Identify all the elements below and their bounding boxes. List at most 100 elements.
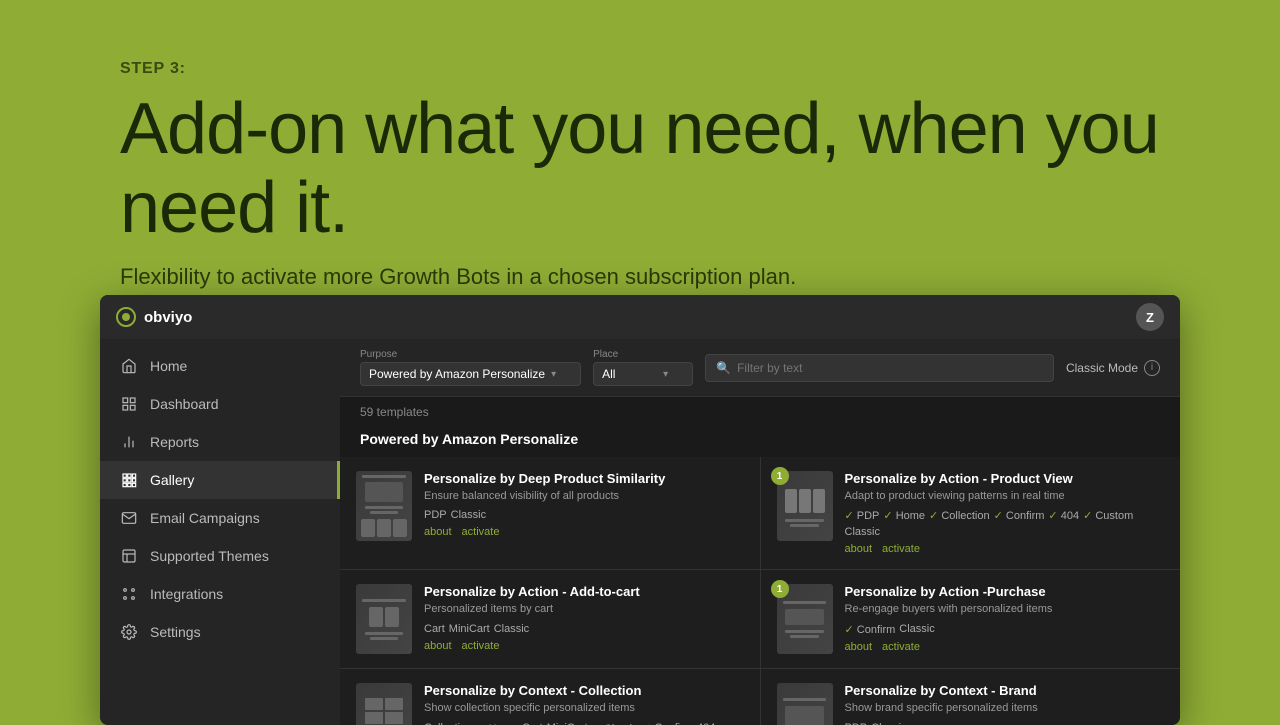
template-desc-4: Re-engage buyers with personalized items bbox=[845, 602, 1165, 617]
activate-link-3[interactable]: activate bbox=[462, 640, 500, 652]
template-card-action-purchase: 1 Personalize by Action -Purchase Re-eng… bbox=[761, 570, 1181, 668]
template-name-3: Personalize by Action - Add-to-cart bbox=[424, 584, 744, 599]
badge-4: 1 bbox=[771, 580, 789, 598]
sidebar-label-supported-themes: Supported Themes bbox=[150, 548, 269, 564]
content-area: Purpose Powered by Amazon Personalize ▾ … bbox=[340, 339, 1180, 725]
logo-icon bbox=[116, 307, 136, 327]
tag-classic-2: Classic bbox=[845, 526, 880, 538]
purpose-chevron-icon: ▾ bbox=[551, 369, 556, 380]
template-thumb-1 bbox=[356, 471, 412, 541]
tag-collection-check: Collection bbox=[929, 509, 990, 522]
sidebar-item-gallery[interactable]: Gallery bbox=[100, 461, 340, 499]
template-card-action-add-to-cart: Personalize by Action - Add-to-cart Pers… bbox=[340, 570, 760, 668]
logo-area: obviyo bbox=[116, 307, 192, 327]
sidebar-item-reports[interactable]: Reports bbox=[100, 423, 340, 461]
templates-count: 59 templates bbox=[340, 397, 1180, 427]
template-desc-1: Ensure balanced visibility of all produc… bbox=[424, 489, 744, 504]
template-thumb-6 bbox=[777, 683, 833, 725]
sidebar-label-email-campaigns: Email Campaigns bbox=[150, 510, 260, 526]
template-actions-1: about activate bbox=[424, 526, 744, 538]
template-name-5: Personalize by Context - Collection bbox=[424, 683, 744, 698]
integrations-icon bbox=[120, 585, 138, 603]
sidebar-item-email-campaigns[interactable]: Email Campaigns bbox=[100, 499, 340, 537]
classic-mode-toggle[interactable]: Classic Mode i bbox=[1066, 360, 1160, 376]
template-actions-4: about activate bbox=[845, 641, 1165, 653]
tag-pdp-check: PDP bbox=[845, 509, 880, 522]
gallery-icon bbox=[120, 471, 138, 489]
sub-heading: Flexibility to activate more Growth Bots… bbox=[120, 264, 1280, 290]
tag-confirm-check: Confirm bbox=[994, 509, 1045, 522]
about-link-1[interactable]: about bbox=[424, 526, 452, 538]
place-select[interactable]: All ▾ bbox=[593, 362, 693, 386]
logo-text: obviyo bbox=[144, 309, 192, 326]
step-label: STEP 3: bbox=[120, 60, 1280, 78]
about-link-2[interactable]: about bbox=[845, 543, 873, 555]
tag-cart: Cart bbox=[424, 623, 445, 635]
tag-minicart: MiniCart bbox=[449, 623, 490, 635]
title-bar: obviyo Z bbox=[100, 295, 1180, 339]
template-card-context-collection: Personalize by Context - Collection Show… bbox=[340, 669, 760, 725]
sidebar-label-settings: Settings bbox=[150, 624, 201, 640]
template-desc-3: Personalized items by cart bbox=[424, 602, 744, 617]
sidebar-label-gallery: Gallery bbox=[150, 472, 194, 488]
template-card-deep-product-similarity: Personalize by Deep Product Similarity E… bbox=[340, 457, 760, 569]
settings-icon bbox=[120, 623, 138, 641]
template-tags-2: PDP Home Collection Confirm 404 Custom C… bbox=[845, 509, 1165, 538]
user-avatar[interactable]: Z bbox=[1136, 303, 1164, 331]
tag-pdp: PDP bbox=[424, 509, 447, 521]
tag-classic-4: Classic bbox=[899, 623, 934, 636]
template-desc-6: Show brand specific personalized items bbox=[845, 701, 1165, 716]
template-thumb-3 bbox=[356, 584, 412, 654]
activate-link-4[interactable]: activate bbox=[882, 641, 920, 653]
purpose-select[interactable]: Powered by Amazon Personalize ▾ bbox=[360, 362, 581, 386]
purpose-filter-group: Purpose Powered by Amazon Personalize ▾ bbox=[360, 349, 581, 386]
template-name-2: Personalize by Action - Product View bbox=[845, 471, 1165, 486]
template-actions-3: about activate bbox=[424, 640, 744, 652]
badge-2: 1 bbox=[771, 467, 789, 485]
search-input[interactable] bbox=[737, 361, 1043, 375]
sidebar-label-dashboard: Dashboard bbox=[150, 396, 219, 412]
tag-classic-3: Classic bbox=[494, 623, 529, 635]
tag-classic: Classic bbox=[451, 509, 486, 521]
template-info-4: Personalize by Action -Purchase Re-engag… bbox=[845, 584, 1165, 654]
sidebar-label-reports: Reports bbox=[150, 434, 199, 450]
search-icon: 🔍 bbox=[716, 361, 731, 375]
place-chevron-icon: ▾ bbox=[663, 369, 668, 380]
template-info-6: Personalize by Context - Brand Show bran… bbox=[845, 683, 1165, 725]
sidebar-item-settings[interactable]: Settings bbox=[100, 613, 340, 651]
search-box[interactable]: 🔍 bbox=[705, 354, 1054, 382]
template-info-1: Personalize by Deep Product Similarity E… bbox=[424, 471, 744, 555]
purpose-label: Purpose bbox=[360, 349, 581, 360]
template-thumb-5 bbox=[356, 683, 412, 725]
tag-404-check: 404 bbox=[1048, 509, 1079, 522]
sidebar-item-home[interactable]: Home bbox=[100, 347, 340, 385]
sidebar-item-integrations[interactable]: Integrations bbox=[100, 575, 340, 613]
app-body: Home Dashboard Reports Gal bbox=[100, 339, 1180, 725]
section-header: Powered by Amazon Personalize bbox=[340, 427, 1180, 457]
template-tags-3: Cart MiniCart Classic bbox=[424, 623, 744, 635]
about-link-4[interactable]: about bbox=[845, 641, 873, 653]
sidebar-item-dashboard[interactable]: Dashboard bbox=[100, 385, 340, 423]
template-card-action-product-view: 1 Personalize by A bbox=[761, 457, 1181, 569]
template-card-context-brand: Personalize by Context - Brand Show bran… bbox=[761, 669, 1181, 725]
purpose-value: Powered by Amazon Personalize bbox=[369, 367, 545, 381]
template-info-2: Personalize by Action - Product View Ada… bbox=[845, 471, 1165, 555]
sidebar-item-supported-themes[interactable]: Supported Themes bbox=[100, 537, 340, 575]
template-info-3: Personalize by Action - Add-to-cart Pers… bbox=[424, 584, 744, 654]
activate-link-1[interactable]: activate bbox=[462, 526, 500, 538]
activate-link-2[interactable]: activate bbox=[882, 543, 920, 555]
home-icon bbox=[120, 357, 138, 375]
tag-confirm-check-4: Confirm bbox=[845, 623, 896, 636]
template-name-1: Personalize by Deep Product Similarity bbox=[424, 471, 744, 486]
template-desc-5: Show collection specific personalized it… bbox=[424, 701, 744, 716]
about-link-3[interactable]: about bbox=[424, 640, 452, 652]
place-value: All bbox=[602, 367, 615, 381]
template-desc-2: Adapt to product viewing patterns in rea… bbox=[845, 489, 1165, 504]
template-name-4: Personalize by Action -Purchase bbox=[845, 584, 1165, 599]
classic-mode-label: Classic Mode bbox=[1066, 361, 1138, 375]
tag-home-check: Home bbox=[883, 509, 925, 522]
place-label: Place bbox=[593, 349, 693, 360]
place-filter-group: Place All ▾ bbox=[593, 349, 693, 386]
template-name-6: Personalize by Context - Brand bbox=[845, 683, 1165, 698]
template-info-5: Personalize by Context - Collection Show… bbox=[424, 683, 744, 725]
